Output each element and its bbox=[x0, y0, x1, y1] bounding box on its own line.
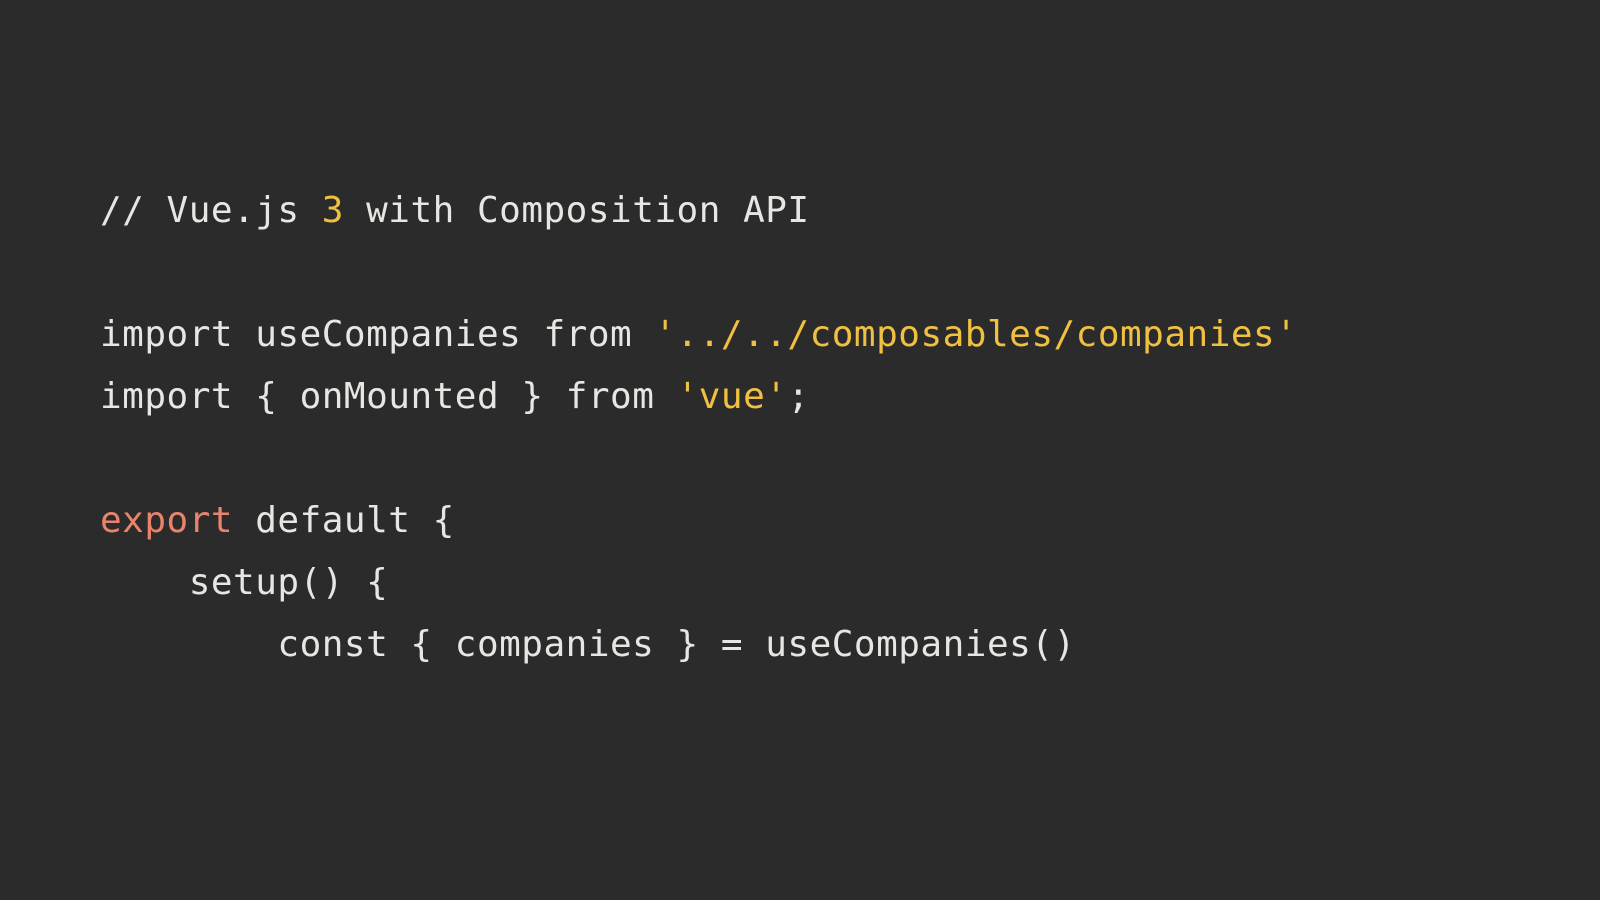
const-destructure: const { companies } = useCompanies() bbox=[100, 624, 1076, 665]
brace-close: } bbox=[499, 376, 566, 417]
from-keyword: from bbox=[566, 376, 677, 417]
code-line-6: export default { bbox=[100, 500, 455, 541]
import-keyword: import bbox=[100, 376, 233, 417]
semicolon: ; bbox=[787, 376, 809, 417]
brace-open: { bbox=[233, 376, 300, 417]
code-snippet: // Vue.js 3 with Composition API import … bbox=[100, 180, 1297, 676]
comment-text: // Vue.js bbox=[100, 190, 322, 231]
import-name: onMounted bbox=[300, 376, 500, 417]
import-path-string: '../../composables/companies' bbox=[654, 314, 1297, 355]
code-line-7: setup() { bbox=[100, 562, 388, 603]
code-line-3: import useCompanies from '../../composab… bbox=[100, 314, 1297, 355]
code-line-4: import { onMounted } from 'vue'; bbox=[100, 376, 810, 417]
from-keyword: from bbox=[543, 314, 654, 355]
code-line-8: const { companies } = useCompanies() bbox=[100, 624, 1076, 665]
comment-text: with Composition API bbox=[344, 190, 810, 231]
import-keyword: import bbox=[100, 314, 233, 355]
export-keyword: export bbox=[100, 500, 233, 541]
code-line-1: // Vue.js 3 with Composition API bbox=[100, 190, 810, 231]
import-path-string: 'vue' bbox=[677, 376, 788, 417]
setup-fn: setup() { bbox=[100, 562, 388, 603]
default-brace: default { bbox=[233, 500, 455, 541]
import-name: useCompanies bbox=[233, 314, 543, 355]
version-number: 3 bbox=[322, 190, 344, 231]
